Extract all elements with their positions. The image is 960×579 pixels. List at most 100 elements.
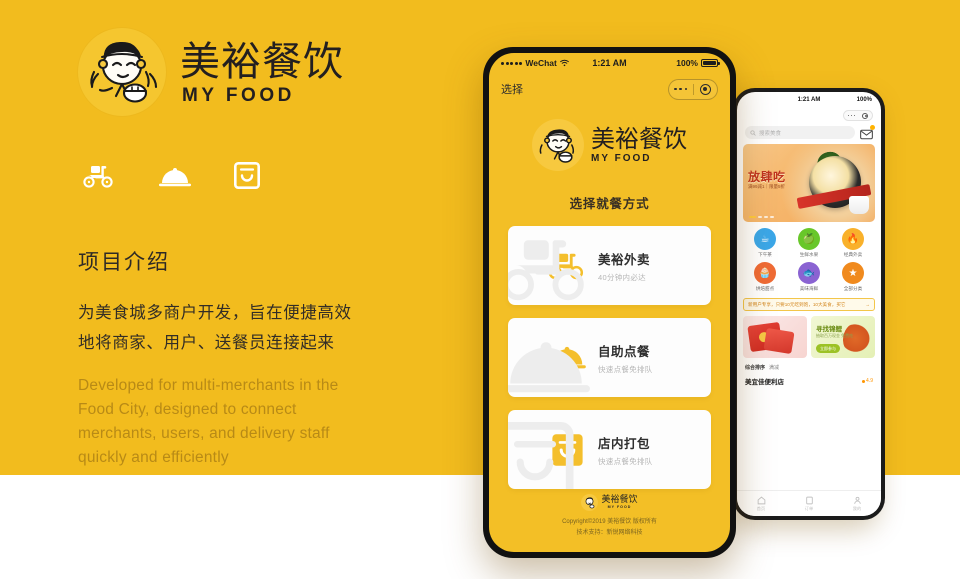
option-delivery-title: 美裕外卖 [598,251,651,267]
more-dots-icon[interactable] [669,87,693,91]
tab-profile-label: 我的 [852,505,862,511]
page-root: 美裕餐饮 MY FOOD 项目介绍 为美食城多商户开发，旨在便捷高效地将商家、用… [0,0,960,579]
status-bar-primary: WeChat 1:21 AM 100% [489,53,730,73]
promo-strip[interactable]: 新用户专享，只要10元吃到饱，10大美食，买它 → [743,298,875,311]
tab-orders-label: 订单 [804,505,814,511]
option-self-order[interactable]: 自助点餐 快速点餐免排队 [508,318,711,397]
category-label: 美味海鲜 [799,286,819,291]
takeout-bag-icon [233,161,260,194]
category-item[interactable]: 🔥 经典外卖 [831,228,875,258]
tab-home[interactable]: 首页 [757,496,766,512]
promo-card-button[interactable]: 立即参与 [816,344,840,353]
category-label: 经典外卖 [843,252,863,257]
category-item[interactable]: 🧁 烘焙甜点 [743,262,787,292]
search-row-secondary: 搜索美食 [737,124,881,144]
filter-sort[interactable]: 综合排序 [745,364,765,371]
promo-card-koi[interactable]: 寻找锦鲤 抽取百万现金 免费吃 立即参与 [811,316,875,358]
home-icon [757,496,765,504]
brand-name-en: MY FOOD [182,85,295,106]
section-heading: 选择就餐方式 [569,196,650,211]
banner-title: 放肆吃 [748,170,786,184]
option-takeout-title: 店内打包 [598,435,651,451]
scooter-icon [82,163,116,194]
status-time-secondary: 1:21 AM [797,97,821,103]
option-delivery-subtitle: 40分钟内必达 [598,272,646,282]
promo-card-title: 寻找锦鲤 [816,325,842,333]
tab-orders[interactable]: 订单 [805,496,814,512]
rating-dot-icon [861,379,865,383]
search-input[interactable]: 搜索美食 [745,126,855,139]
category-label: 烘焙甜点 [755,286,775,291]
page-title: 项目介绍 [78,250,170,274]
category-label: 下午茶 [758,252,772,257]
target-circle-icon[interactable] [694,83,718,95]
tab-profile[interactable]: 我的 [853,496,862,512]
promo-strip-arrow: → [865,302,870,307]
option-takeout-text: 店内打包 快速点餐免排队 [598,433,653,467]
app-name-en: MY FOOD [591,152,652,164]
category-icon: ★ [842,262,864,284]
banner-cup [849,196,869,214]
category-item[interactable]: ★ 全部分类 [831,262,875,292]
more-dots-icon[interactable] [847,114,856,117]
store-rating-value: 4.9 [866,378,873,384]
category-item[interactable]: 🐟 美味海鲜 [787,262,831,292]
category-item[interactable]: ☕ 下午茶 [743,228,787,258]
phone-secondary: 1:21 AM 100% 搜索美食 放肆吃 满99减1｜限量5折 ☕ 下午茶 🍏… [733,88,885,520]
footer-wordmark: 美裕餐饮 MY FOOD [601,495,638,510]
girl-avatar-icon [532,119,584,171]
girl-avatar-icon [581,494,599,511]
category-item[interactable]: 🍏 生鲜水果 [787,228,831,258]
store-rating: 4.9 [861,378,873,384]
target-circle-icon[interactable] [862,112,869,119]
tab-bar-secondary: 首页 订单 我的 [737,490,881,516]
capsule-pill-secondary[interactable] [843,110,873,121]
category-icon: 🐟 [798,262,820,284]
promo-card-red-envelope[interactable] [743,316,807,358]
app-name-cn: 美裕餐饮 [591,125,687,154]
brand-wordmark: 美裕餐饮 MY FOOD [180,37,344,107]
category-label: 全部分类 [843,286,863,291]
dining-options-list: 美裕外卖 40分钟内必达 自助点餐 快速点餐免排队 店内打包 快速点餐免排队 [489,212,730,489]
option-delivery[interactable]: 美裕外卖 40分钟内必达 [508,226,711,305]
cloche-watermark-icon [508,334,594,397]
description-cn: 为美食城多商户开发，旨在便捷高效地将商家、用户、送餐员连接起来 [78,303,352,352]
app-wordmark: 美裕餐饮 MY FOOD [591,125,687,164]
brand-name-cn: 美裕餐饮 [180,39,344,85]
footer-copyright: Copyright©2019 美裕餐饮 版权所有 [562,519,657,525]
orders-icon [805,496,813,504]
carousel-indicator[interactable] [749,216,774,218]
status-bar-secondary: 1:21 AM 100% [737,92,881,108]
feature-icons [78,160,408,194]
cloche-icon [158,165,192,194]
footer-logo: 美裕餐饮 MY FOOD [489,494,730,511]
option-self-order-subtitle: 快速点餐免排队 [598,364,653,374]
footer-name-cn: 美裕餐饮 [601,495,638,505]
app-logo: 美裕餐饮 MY FOOD [489,119,730,171]
banner-subtitle: 满99减1｜限量5折 [748,184,786,189]
capsule-menu-secondary[interactable] [737,108,881,124]
search-icon [750,129,756,136]
tab-home-label: 首页 [756,505,766,511]
option-delivery-text: 美裕外卖 40分钟内必达 [598,249,650,283]
footer-name-en: MY FOOD [607,505,632,509]
left-info-panel: 美裕餐饮 MY FOOD 项目介绍 为美食城多商户开发，旨在便捷高效地将商家、用… [78,22,408,470]
promo-banner-secondary[interactable]: 放肆吃 满99减1｜限量5折 [743,144,875,222]
nav-title: 选择 [501,83,523,96]
option-self-order-title: 自助点餐 [598,343,651,359]
option-takeout[interactable]: 店内打包 快速点餐免排队 [508,410,711,489]
store-name: 美宜佳便利店 [745,378,784,386]
filter-discount[interactable]: 满减 [769,364,779,371]
red-envelope-icon-2 [763,327,795,355]
store-list-item[interactable]: 美宜佳便利店 4.9 [737,374,881,388]
profile-icon [853,496,861,504]
capsule-menu-primary[interactable] [668,78,718,100]
takeout-bag-watermark-icon [508,422,578,489]
nav-bar-primary: 选择 [489,73,730,105]
battery-full-icon [701,59,720,67]
footer-tech-support: 技术支持：新锐网络科技 [576,530,643,536]
mail-icon[interactable] [860,125,875,140]
category-grid: ☕ 下午茶 🍏 生鲜水果 🔥 经典外卖 🧁 烘焙甜点 🐟 美味海鲜 ★ 全部分类 [737,222,881,296]
category-icon: 🧁 [754,262,776,284]
promo-card-row: 寻找锦鲤 抽取百万现金 免费吃 立即参与 [737,311,881,358]
